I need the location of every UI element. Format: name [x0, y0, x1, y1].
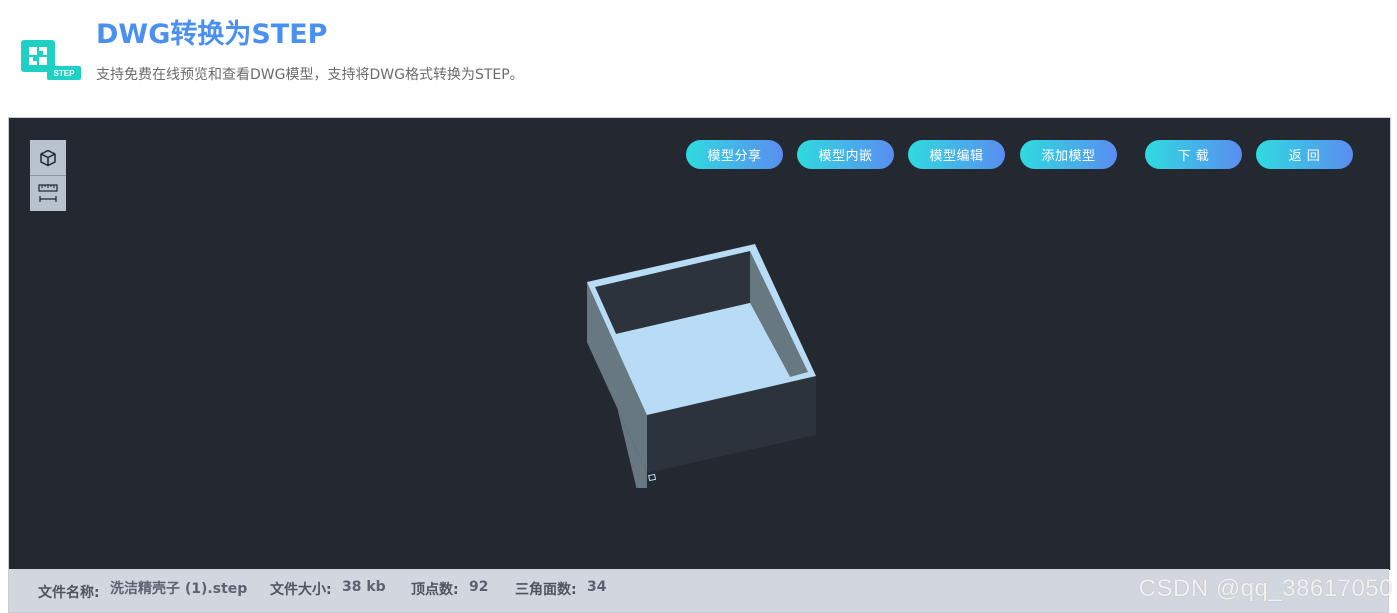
edit-model-button[interactable]: 模型编辑: [908, 140, 1005, 169]
ruler-icon: [38, 183, 58, 202]
embed-model-button[interactable]: 模型内嵌: [797, 140, 894, 169]
vertex-count-label: 顶点数:: [411, 582, 459, 598]
page-title: DWG转换为STEP: [96, 19, 328, 50]
add-model-button[interactable]: 添加模型: [1020, 140, 1117, 169]
vertex-count-value: 92: [469, 579, 489, 595]
step-logo-icon: STEP: [21, 40, 81, 80]
3d-box-model: [587, 244, 816, 488]
origin-marker: [648, 473, 657, 482]
measure-button[interactable]: [30, 175, 66, 211]
viewer-toolbar: [30, 140, 66, 211]
file-name-value: 洗洁精壳子 (1).step: [110, 581, 248, 597]
view-cube-button[interactable]: [30, 140, 66, 175]
download-button[interactable]: 下 载: [1145, 140, 1242, 169]
share-model-button[interactable]: 模型分享: [686, 140, 783, 169]
triangle-count-value: 34: [587, 579, 607, 595]
back-button[interactable]: 返 回: [1256, 140, 1353, 169]
triangle-count-label: 三角面数:: [515, 582, 577, 598]
model-viewer-canvas[interactable]: 模型分享 模型内嵌 模型编辑 添加模型 下 载 返 回: [8, 117, 1391, 570]
page-subtitle: 支持免费在线预览和查看DWG模型，支持将DWG格式转换为STEP。: [96, 67, 524, 83]
csdn-watermark: CSDN @qq_38617050: [1138, 575, 1393, 602]
page: STEP DWG转换为STEP 支持免费在线预览和查看DWG模型，支持将DWG格…: [0, 0, 1397, 613]
file-name-label: 文件名称:: [38, 585, 100, 601]
file-size-value: 38 kb: [342, 579, 386, 595]
logo-badge-text: STEP: [54, 69, 76, 78]
file-size-label: 文件大小:: [270, 582, 332, 598]
cube-icon: [40, 149, 56, 166]
